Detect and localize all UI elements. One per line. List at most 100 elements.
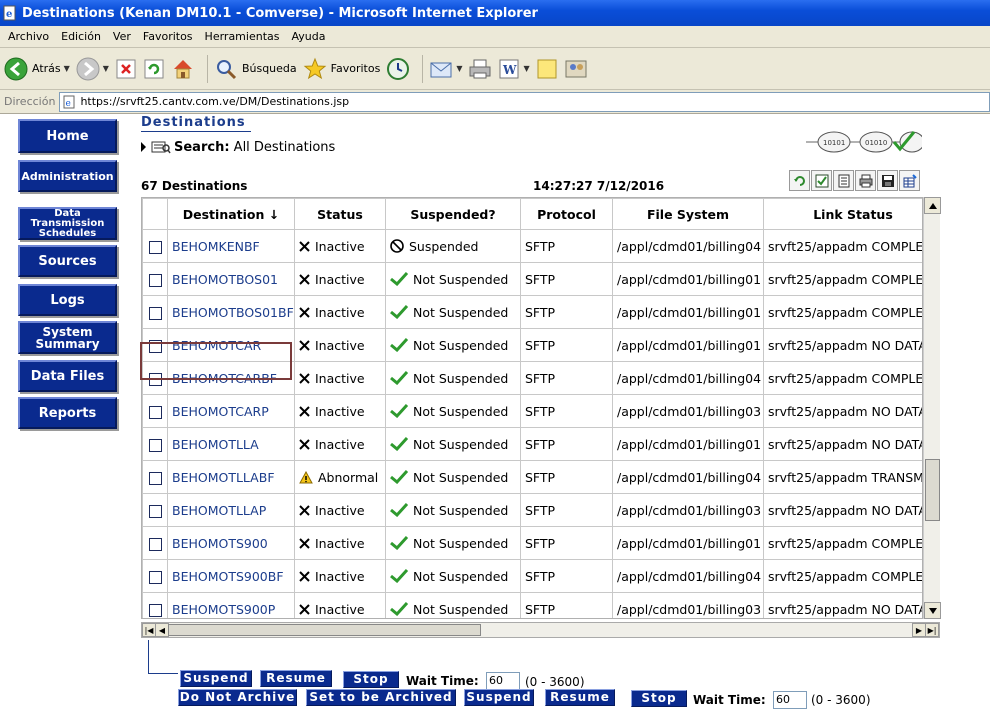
mail-button[interactable]: ▼ [429,58,462,80]
configure-columns-button[interactable] [899,170,920,191]
header-status[interactable]: Status [294,198,386,230]
row-checkbox[interactable] [148,273,162,287]
nav-sources-button[interactable]: Sources [18,245,117,277]
menu-favoritos[interactable]: Favoritos [139,30,201,43]
discuss-button[interactable] [536,58,558,80]
scroll-up-arrow-icon[interactable] [924,197,941,214]
table-row[interactable]: BEHOMKENBF Inactive Suspended SFTP/appl/cdm… [142,229,922,263]
table-row[interactable]: BEHOMOTS900 Inactive Not Suspended SFTP/app… [142,526,922,560]
row-checkbox[interactable] [148,438,162,452]
menu-ayuda[interactable]: Ayuda [287,30,333,43]
horizontal-scrollbar[interactable]: |◀ ◀ ▶ ▶| [141,622,940,638]
destination-link[interactable]: BEHOMOTBOS01BF [172,305,294,320]
do-not-archive-button[interactable]: Do Not Archive [178,689,297,706]
scroll-left-arrow-icon[interactable]: ◀ [155,623,169,637]
suspend-button-2[interactable]: Suspend [464,689,534,706]
stop-page-button[interactable] [115,58,137,80]
menu-archivo[interactable]: Archivo [4,30,57,43]
header-protocol[interactable]: Protocol [520,198,613,230]
wait-time-input-2[interactable]: 60 [773,691,807,709]
menu-ver[interactable]: Ver [109,30,139,43]
table-row[interactable]: BEHOMOTCAR Inactive Not Suspended SFTP/appl… [142,328,922,362]
destination-link[interactable]: BEHOMOTBOS01 [172,272,278,287]
select-all-button[interactable] [811,170,832,191]
destination-link[interactable]: BEHOMOTCAR [172,338,261,353]
table-row[interactable]: BEHOMOTLLAP Inactive Not Suspended SFTP/app… [142,493,922,527]
destination-link[interactable]: BEHOMKENBF [172,239,260,254]
nav-home-button[interactable]: Home [18,119,117,153]
nav-logs-button[interactable]: Logs [18,284,117,316]
scroll-down-arrow-icon[interactable] [924,602,941,619]
mail-dropdown-icon[interactable]: ▼ [456,64,462,73]
destination-link[interactable]: BEHOMOTS900BF [172,569,284,584]
refresh-grid-button[interactable] [789,170,810,191]
edit-dropdown-icon[interactable]: ▼ [523,64,529,73]
nav-system-summary-button[interactable]: System Summary [18,321,117,354]
edit-button[interactable]: W ▼ [498,58,530,80]
destination-link[interactable]: BEHOMOTLLAP [172,503,266,518]
print-grid-button[interactable] [855,170,876,191]
row-checkbox[interactable] [148,504,162,518]
menu-edicion[interactable]: Edición [57,30,109,43]
nav-reports-button[interactable]: Reports [18,397,117,429]
scroll-first-icon[interactable]: |◀ [142,623,156,637]
row-checkbox[interactable] [148,339,162,353]
row-checkbox[interactable] [148,537,162,551]
stop-button-2[interactable]: Stop [631,690,687,707]
header-file-system[interactable]: File System [612,198,764,230]
save-button[interactable] [877,170,898,191]
resume-button-2[interactable]: Resume [545,689,615,706]
table-row[interactable]: BEHOMOTCARBF Inactive Not Suspended SFTP/ap… [142,361,922,395]
suspend-button[interactable]: Suspend [180,670,252,687]
table-row[interactable]: BEHOMOTBOS01BF Inactive Not Suspended SFTP /… [142,295,922,329]
address-input[interactable]: e https://srvft25.cantv.com.ve/DM/Destin… [59,91,990,112]
nav-data-files-button[interactable]: Data Files [18,360,117,392]
destination-link[interactable]: BEHOMOTS900 [172,536,268,551]
messenger-button[interactable] [564,58,588,80]
horizontal-scroll-thumb[interactable] [168,624,481,636]
resume-button[interactable]: Resume [260,670,332,687]
destination-link[interactable]: BEHOMOTLLA [172,437,259,452]
back-button[interactable]: Atrás ▼ [4,57,70,81]
row-checkbox[interactable] [148,603,162,617]
table-row[interactable]: BEHOMOTCARP Inactive Not Suspended SFTP/app… [142,394,922,428]
destination-link[interactable]: BEHOMOTCARP [172,404,269,419]
print-button[interactable] [468,58,492,80]
details-button[interactable] [833,170,854,191]
destination-link[interactable]: BEHOMOTS900P [172,602,275,617]
row-checkbox[interactable] [148,372,162,386]
row-checkbox[interactable] [148,405,162,419]
destination-link[interactable]: BEHOMOTLLABF [172,470,275,485]
nav-data-transmission-schedules-button[interactable]: Data Transmission Schedules [18,207,117,240]
table-row[interactable]: BEHOMOTS900P Inactive Not Suspended SFTP/ap… [142,592,922,618]
wait-time-input[interactable]: 60 [486,672,520,690]
table-row[interactable]: BEHOMOTLLABF Abnormal Not Suspended SFTP/ap… [142,460,922,494]
vertical-scrollbar[interactable] [923,197,941,619]
table-row[interactable]: BEHOMOTBOS01 Inactive Not Suspended SFTP/ap… [142,262,922,296]
back-dropdown-icon[interactable]: ▼ [64,64,70,73]
search-button[interactable]: Búsqueda [214,57,297,81]
header-destination[interactable]: Destination ↓ [167,198,295,230]
header-suspended[interactable]: Suspended? [385,198,521,230]
scroll-last-icon[interactable]: ▶| [925,623,939,637]
scroll-right-arrow-icon[interactable]: ▶ [912,623,926,637]
table-row[interactable]: BEHOMOTS900BF Inactive Not Suspended SFTP/a… [142,559,922,593]
table-row[interactable]: BEHOMOTLLA Inactive Not Suspended SFTP/appl… [142,427,922,461]
set-to-be-archived-button[interactable]: Set to be Archived [306,689,456,706]
search-summary[interactable]: Search: All Destinations [141,139,335,155]
destination-link[interactable]: BEHOMOTCARBF [172,371,277,386]
refresh-button[interactable] [143,58,165,80]
row-checkbox[interactable] [148,240,162,254]
favorites-button[interactable]: Favoritos [303,57,380,81]
forward-dropdown-icon[interactable]: ▼ [103,64,109,73]
home-browser-button[interactable] [171,57,195,81]
nav-administration-button[interactable]: Administration [18,160,117,192]
row-checkbox[interactable] [148,471,162,485]
header-link-status[interactable]: Link Status [763,198,922,230]
expand-triangle-icon[interactable] [141,142,146,152]
history-button[interactable] [386,57,410,81]
vertical-scroll-thumb[interactable] [925,459,940,521]
row-checkbox[interactable] [148,570,162,584]
stop-button[interactable]: Stop [343,671,399,688]
row-checkbox[interactable] [148,306,162,320]
